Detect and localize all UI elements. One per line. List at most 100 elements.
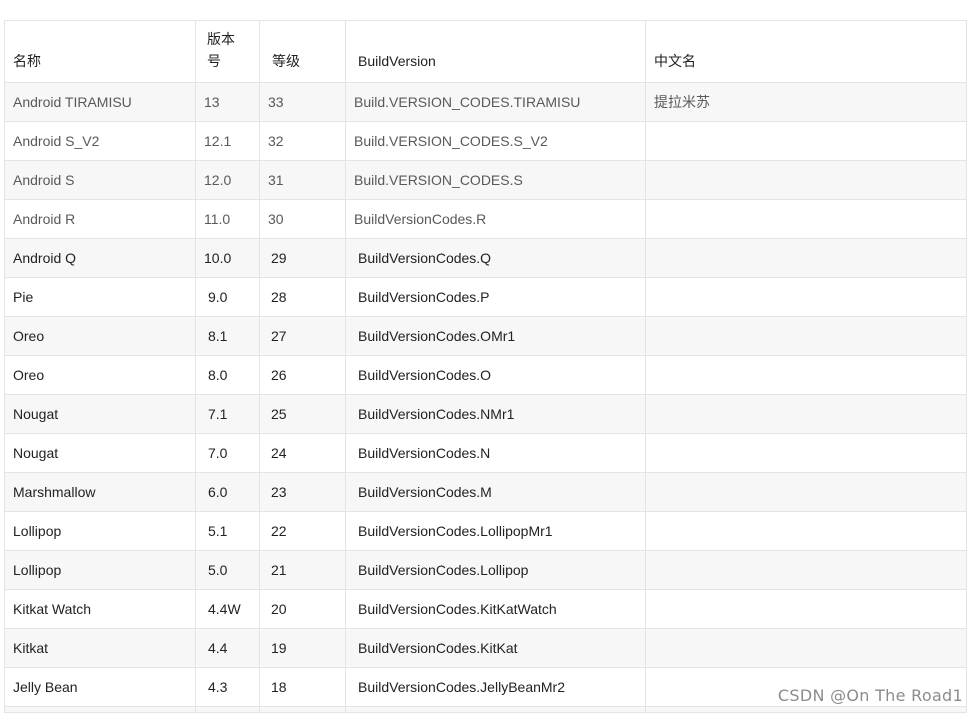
cell-level: 27 [259,316,346,356]
cell-version: 7.0 [195,433,260,473]
cell-build-version: BuildVersionCodes.Q [345,238,646,278]
table-row: Android R 11.0 30 BuildVersionCodes.R [4,199,967,239]
cell-chinese-name [645,316,967,356]
cell-version: 7.1 [195,394,260,434]
cell-build-version: BuildVersionCodes.KitKatWatch [345,589,646,629]
cell-level: 30 [259,199,346,239]
cell-level: 24 [259,433,346,473]
cell-version: 12.0 [195,160,260,200]
cell-level: 32 [259,121,346,161]
table-row: Oreo 8.1 27 BuildVersionCodes.OMr1 [4,316,967,356]
header-version: 版本号 [195,20,260,83]
table-row: Lollipop 5.0 21 BuildVersionCodes.Lollipop [4,550,967,590]
cell-chinese-name: 提拉米苏 [645,82,967,122]
table-row: Lollipop 5.1 22 BuildVersionCodes.LollipopM… [4,511,967,551]
cell-name: Android S [4,160,196,200]
cell-name: Android Q [4,238,196,278]
cell-name: Android R [4,199,196,239]
cell-version: 8.0 [195,355,260,395]
cell-chinese-name [645,355,967,395]
cell-name: Android S_V2 [4,121,196,161]
cell-name: Jelly Bean [4,667,196,707]
cell-name: Nougat [4,394,196,434]
cell-build-version: BuildVersionCodes.R [345,199,646,239]
cell-build-version: BuildVersionCodes.P [345,277,646,317]
table-row: Pie 9.0 28 BuildVersionCodes.P [4,277,967,317]
cell-name: Kitkat [4,628,196,668]
cell-build-version: BuildVersionCodes.OMr1 [345,316,646,356]
table-row: Nougat 7.0 24 BuildVersionCodes.N [4,433,967,473]
cell-level: 31 [259,160,346,200]
cell-chinese-name [645,628,967,668]
cell-version: 12.1 [195,121,260,161]
cell-level: 33 [259,82,346,122]
cell-build-version: BuildVersionCodes.O [345,355,646,395]
header-name: 名称 [4,20,196,83]
cell-name: Lollipop [4,511,196,551]
table-row: Android S_V2 12.1 32 Build.VERSION_CODES.S_… [4,121,967,161]
cell-level: 19 [259,628,346,668]
cell-version: 9.0 [195,277,260,317]
cell-chinese-name [645,199,967,239]
cell-build-version: Build.VERSION_CODES.S [345,160,646,200]
cell-chinese-name [645,121,967,161]
cell-build-version: BuildVersionCodes.JellyBeanMr2 [345,667,646,707]
cell-build-version: BuildVersionCodes.KitKat [345,628,646,668]
cell-version: 8.1 [195,316,260,356]
cell-chinese-name [645,433,967,473]
cell-version: 11.0 [195,199,260,239]
cell-level: 20 [259,589,346,629]
cell-name: Lollipop [4,550,196,590]
cell-name: Kitkat Watch [4,589,196,629]
cell-build-version: BuildVersionCodes.NMr1 [345,394,646,434]
cell-name: Oreo [4,316,196,356]
table-row: Oreo 8.0 26 BuildVersionCodes.O [4,355,967,395]
cell-version: 6.0 [195,472,260,512]
cell-version: 4.4W [195,589,260,629]
header-version-label: 版本号 [207,31,235,69]
header-chinese-name: 中文名 [645,20,967,83]
cell-build-version: BuildVersionCodes.M [345,472,646,512]
cell-level: 28 [259,277,346,317]
cell-chinese-name [645,238,967,278]
cell-level: 26 [259,355,346,395]
table-row: Android TIRAMISU 13 33 Build.VERSION_CODES.… [4,82,967,122]
cell-chinese-name [645,277,967,317]
cell-level: 18 [259,667,346,707]
cell-name: Pie [4,277,196,317]
table-header-row: 名称 版本号 等级 BuildVersion 中文名 [4,20,967,83]
cell-name: Oreo [4,355,196,395]
cell-chinese-name [645,472,967,512]
table-row: Marshmallow 6.0 23 BuildVersionCodes.M [4,472,967,512]
cell-chinese-name [645,589,967,629]
cell-version: 5.0 [195,550,260,590]
cell-chinese-name [645,394,967,434]
cell-name: Nougat [4,433,196,473]
cell-build-version: Build.VERSION_CODES.S_V2 [345,121,646,161]
cell-version: 5.1 [195,511,260,551]
cell-level: 22 [259,511,346,551]
cell-version: 4.4 [195,628,260,668]
cell-version: 13 [195,82,260,122]
cell-level: 23 [259,472,346,512]
cell-chinese-name [645,550,967,590]
cell-version: 4.3 [195,667,260,707]
cell-level: 25 [259,394,346,434]
cell-chinese-name [645,511,967,551]
cell-name: Marshmallow [4,472,196,512]
cell-build-version: BuildVersionCodes.N [345,433,646,473]
table-row: Android S 12.0 31 Build.VERSION_CODES.S [4,160,967,200]
cell-build-version: BuildVersionCodes.Lollipop [345,550,646,590]
csdn-watermark: CSDN @On The Road1 [777,686,963,705]
cell-name: Android TIRAMISU [4,82,196,122]
cell-version: 10.0 [195,238,260,278]
header-level: 等级 [259,20,346,83]
cell-level: 21 [259,550,346,590]
table-row: Nougat 7.1 25 BuildVersionCodes.NMr1 [4,394,967,434]
cell-build-version: Build.VERSION_CODES.TIRAMISU [345,82,646,122]
table-row: Android Q 10.0 29 BuildVersionCodes.Q [4,238,967,278]
table-row: Kitkat 4.4 19 BuildVersionCodes.KitKat [4,628,967,668]
cell-build-version: BuildVersionCodes.LollipopMr1 [345,511,646,551]
android-version-table: 名称 版本号 等级 BuildVersion 中文名 Android TIRAM… [4,20,967,713]
header-build-version: BuildVersion [345,20,646,83]
